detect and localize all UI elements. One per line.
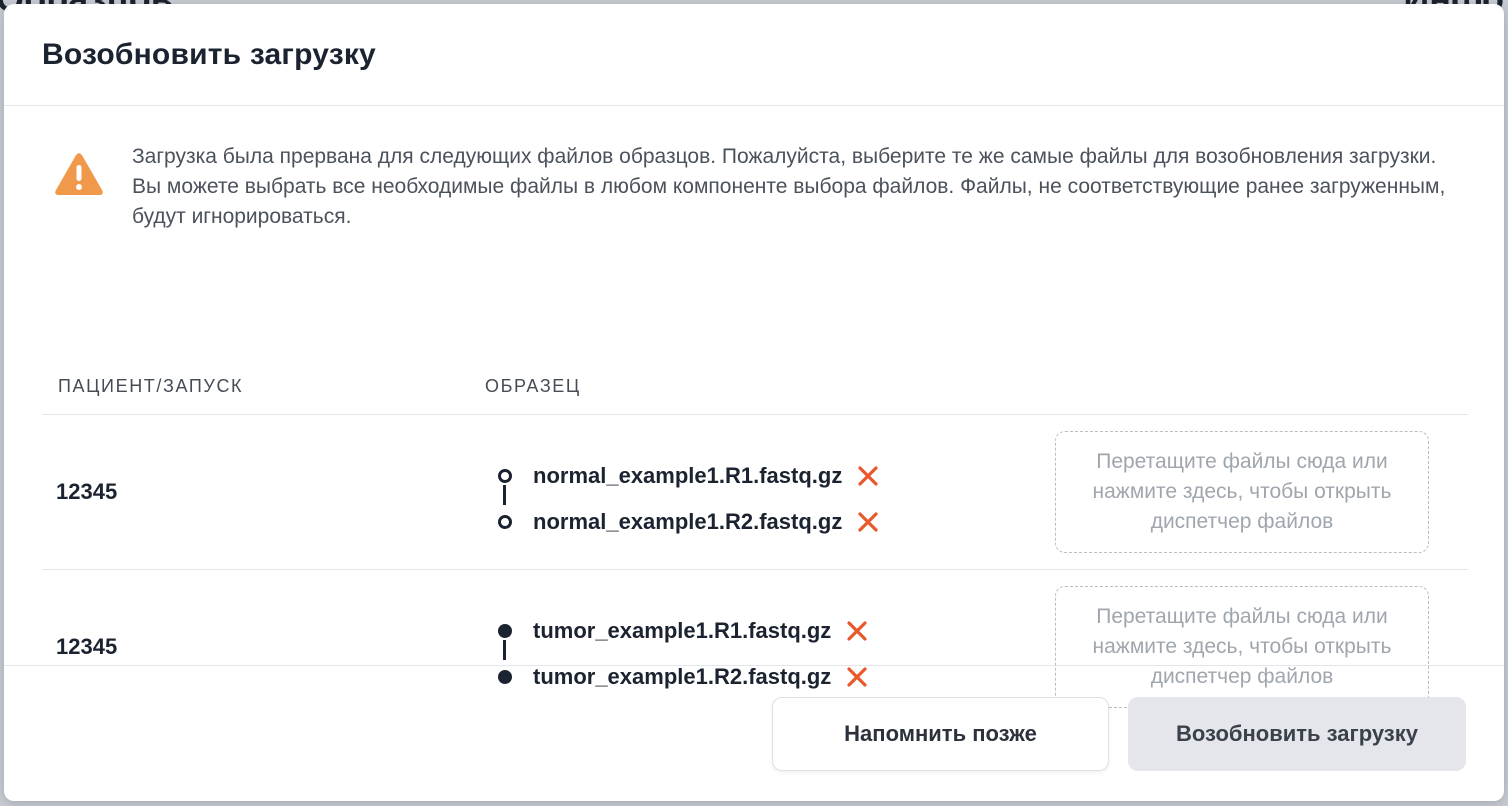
remove-file-icon[interactable] xyxy=(856,510,880,534)
remove-file-icon[interactable] xyxy=(856,464,880,488)
file-item: normal_example1.R2.fastq.gz xyxy=(498,499,880,545)
dialog-footer: Напомнить позже Возобновить загрузку xyxy=(4,666,1504,801)
file-name: normal_example1.R1.fastq.gz xyxy=(533,463,843,488)
file-pair: normal_example1.R1.fastq.gz normal_examp… xyxy=(498,453,880,545)
column-header-sample: ОБРАЗЕЦ xyxy=(485,376,581,396)
patient-id: 12345 xyxy=(56,634,118,659)
resume-upload-button[interactable]: Возобновить загрузку xyxy=(1128,697,1466,771)
warning-alert: Загрузка была прервана для следующих фай… xyxy=(54,142,1454,232)
column-header-patient: ПАЦИЕНТ/ЗАПУСК xyxy=(58,376,244,396)
dialog-header: Возобновить загрузку xyxy=(4,4,1504,106)
normal-sample-marker-icon xyxy=(498,515,512,529)
file-name: tumor_example1.R1.fastq.gz xyxy=(533,618,832,643)
file-item: tumor_example1.R1.fastq.gz xyxy=(498,608,869,660)
remove-file-icon[interactable] xyxy=(845,619,869,643)
resume-upload-dialog: Возобновить загрузку Загрузка была прерв… xyxy=(4,4,1504,801)
patient-id: 12345 xyxy=(56,479,118,504)
dialog-body: Загрузка была прервана для следующих фай… xyxy=(4,106,1504,708)
file-name: normal_example1.R2.fastq.gz xyxy=(533,509,843,534)
file-item: normal_example1.R1.fastq.gz xyxy=(498,453,880,505)
normal-sample-marker-icon xyxy=(498,469,512,483)
file-dropzone[interactable]: Перетащите файлы сюда или нажмите здесь,… xyxy=(1055,431,1429,553)
table-row: 12345 normal_example1.R1.fastq.gz normal… xyxy=(42,415,1468,570)
alert-message: Загрузка была прервана для следующих фай… xyxy=(132,145,1446,228)
table-header: ПАЦИЕНТ/ЗАПУСК ОБРАЗЕЦ xyxy=(42,364,1468,415)
warning-triangle-icon xyxy=(55,153,103,195)
remind-later-button[interactable]: Напомнить позже xyxy=(772,697,1109,771)
dialog-title: Возобновить загрузку xyxy=(42,37,376,71)
tumor-sample-marker-icon xyxy=(498,624,512,638)
